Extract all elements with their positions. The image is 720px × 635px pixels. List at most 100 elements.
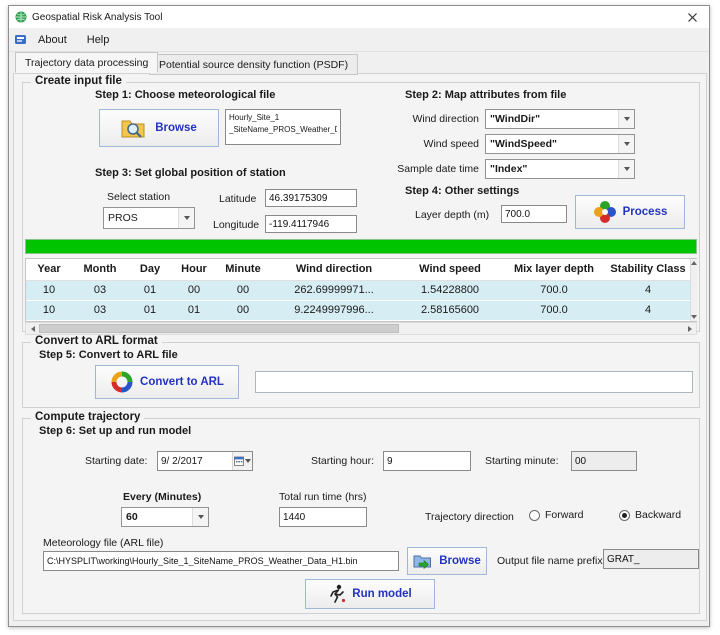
- wind-direction-value: "WindDir": [490, 113, 618, 125]
- weather-data-table: Year Month Day Hour Minute Wind directio…: [25, 258, 697, 322]
- table-cell[interactable]: 01: [172, 301, 216, 321]
- wind-speed-dropdown-icon[interactable]: [618, 135, 634, 153]
- col-header-month[interactable]: Month: [72, 259, 128, 281]
- table-cell[interactable]: 00: [216, 301, 270, 321]
- backward-radio-label: Backward: [635, 509, 681, 521]
- table-cell[interactable]: 03: [72, 281, 128, 301]
- step1-browse-button[interactable]: Browse: [99, 109, 219, 147]
- window-title: Geospatial Risk Analysis Tool: [32, 12, 162, 23]
- table-cell[interactable]: 01: [128, 281, 172, 301]
- starting-hour-label: Starting hour:: [311, 455, 374, 467]
- layer-depth-label: Layer depth (m): [415, 209, 489, 221]
- run-model-button[interactable]: Run model: [305, 579, 435, 609]
- col-header-wind-speed[interactable]: Wind speed: [398, 259, 502, 281]
- scrollbar-thumb[interactable]: [39, 324, 399, 333]
- output-prefix-input[interactable]: [603, 549, 699, 569]
- table-cell[interactable]: 700.0: [502, 281, 606, 301]
- step5-title: Step 5: Convert to ARL file: [39, 349, 178, 361]
- sample-date-label: Sample date time: [391, 163, 479, 175]
- station-dropdown-icon[interactable]: [178, 208, 194, 228]
- arl-browse-button[interactable]: Browse: [407, 547, 487, 575]
- col-header-stability-class[interactable]: Stability Class: [606, 259, 690, 281]
- group-convert-title: Convert to ARL format: [31, 335, 162, 347]
- table-cell[interactable]: 03: [72, 301, 128, 321]
- total-run-time-input[interactable]: [279, 507, 367, 527]
- step1-title: Step 1: Choose meteorological file: [95, 89, 275, 101]
- layer-depth-input[interactable]: [501, 205, 567, 223]
- col-header-day[interactable]: Day: [128, 259, 172, 281]
- col-header-hour[interactable]: Hour: [172, 259, 216, 281]
- process-button[interactable]: Process: [575, 195, 685, 229]
- process-progress-bar: [25, 239, 697, 254]
- convert-ring-icon: [110, 370, 134, 394]
- table-cell[interactable]: 10: [26, 301, 72, 321]
- menu-help[interactable]: Help: [78, 31, 119, 49]
- sample-date-select[interactable]: "Index": [485, 159, 635, 179]
- app-icon: [15, 11, 27, 23]
- title-bar: Geospatial Risk Analysis Tool: [9, 6, 709, 28]
- longitude-label: Longitude: [213, 219, 259, 231]
- table-cell[interactable]: 4: [606, 281, 690, 301]
- table-cell[interactable]: 9.2249997996...: [270, 301, 398, 321]
- close-button[interactable]: [675, 6, 709, 28]
- scroll-right-icon[interactable]: [683, 323, 696, 334]
- group-create-input-title: Create input file: [31, 75, 126, 87]
- starting-date-picker[interactable]: 9/ 2/2017: [157, 451, 253, 471]
- table-cell[interactable]: 700.0: [502, 301, 606, 321]
- table-cell[interactable]: 01: [128, 301, 172, 321]
- table-vertical-scrollbar[interactable]: [690, 259, 697, 321]
- wind-speed-select[interactable]: "WindSpeed": [485, 134, 635, 154]
- backward-radio-circle[interactable]: [619, 510, 630, 521]
- col-header-wind-direction[interactable]: Wind direction: [270, 259, 398, 281]
- every-minutes-select[interactable]: 60: [121, 507, 209, 527]
- forward-radio[interactable]: Forward: [529, 509, 584, 521]
- app-window: Geospatial Risk Analysis Tool About Help…: [8, 5, 710, 627]
- met-file-input[interactable]: [43, 551, 399, 571]
- forward-radio-label: Forward: [545, 509, 584, 521]
- convert-to-arl-button[interactable]: Convert to ARL: [95, 365, 239, 399]
- table-cell[interactable]: 00: [216, 281, 270, 301]
- col-header-minute[interactable]: Minute: [216, 259, 270, 281]
- table-cell[interactable]: 2.58165600: [398, 301, 502, 321]
- table-cell[interactable]: 00: [172, 281, 216, 301]
- starting-minute-input[interactable]: [571, 451, 637, 471]
- starting-date-value: 9/ 2/2017: [158, 456, 232, 467]
- step1-file-line1: Hourly_Site_1: [229, 112, 337, 124]
- tab-trajectory-data-processing[interactable]: Trajectory data processing: [15, 52, 158, 73]
- met-file-label: Meteorology file (ARL file): [43, 537, 163, 549]
- menu-about[interactable]: About: [29, 31, 76, 49]
- table-cell[interactable]: 1.54228800: [398, 281, 502, 301]
- col-header-mix-layer-depth[interactable]: Mix layer depth: [502, 259, 606, 281]
- wind-direction-dropdown-icon[interactable]: [618, 110, 634, 128]
- process-label: Process: [623, 206, 668, 218]
- scroll-down-icon[interactable]: [691, 315, 697, 319]
- every-minutes-dropdown-icon[interactable]: [192, 508, 208, 526]
- table-cell[interactable]: 262.69999971...: [270, 281, 398, 301]
- runner-icon: [328, 584, 346, 604]
- latitude-input[interactable]: [265, 189, 357, 207]
- calendar-icon: [234, 456, 244, 466]
- scroll-left-icon[interactable]: [26, 323, 39, 334]
- convert-to-arl-label: Convert to ARL: [140, 376, 224, 388]
- longitude-input[interactable]: [265, 215, 357, 233]
- col-header-year[interactable]: Year: [26, 259, 72, 281]
- forward-radio-circle[interactable]: [529, 510, 540, 521]
- table-horizontal-scrollbar[interactable]: [25, 322, 697, 335]
- table-cell[interactable]: 10: [26, 281, 72, 301]
- sample-date-value: "Index": [490, 163, 618, 175]
- tab-psdf[interactable]: Potential source density function (PSDF): [149, 54, 358, 75]
- station-select[interactable]: PROS: [103, 207, 195, 229]
- arl-browse-label: Browse: [439, 555, 481, 567]
- starting-hour-input[interactable]: [383, 451, 471, 471]
- wind-direction-select[interactable]: "WindDir": [485, 109, 635, 129]
- latitude-label: Latitude: [219, 193, 256, 205]
- folder-arrow-icon: [413, 553, 433, 569]
- step1-file-textbox[interactable]: Hourly_Site_1 _SiteName_PROS_Weather_Dat…: [225, 109, 341, 145]
- scroll-up-icon[interactable]: [691, 261, 697, 265]
- calendar-dropdown-icon[interactable]: [232, 452, 252, 470]
- wind-speed-label: Wind speed: [391, 138, 479, 150]
- table-cell[interactable]: 4: [606, 301, 690, 321]
- sample-date-dropdown-icon[interactable]: [618, 160, 634, 178]
- step2-title: Step 2: Map attributes from file: [405, 89, 566, 101]
- backward-radio[interactable]: Backward: [619, 509, 681, 521]
